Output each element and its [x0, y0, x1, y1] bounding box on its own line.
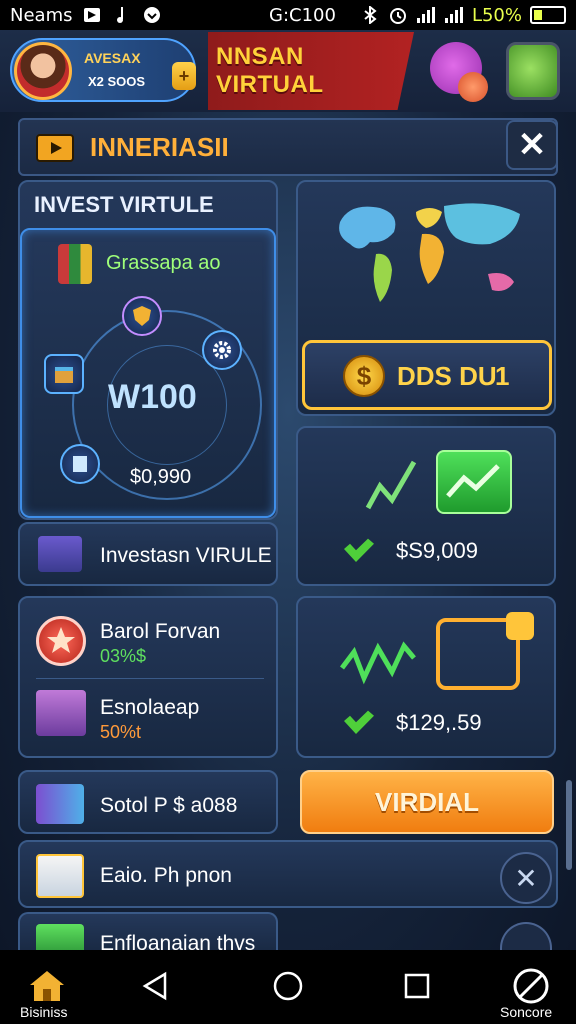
home-circle-icon[interactable] [263, 966, 313, 1006]
star-badge-icon [36, 616, 86, 666]
document-icon[interactable] [60, 444, 100, 484]
invest-network[interactable]: Grassapa ao W100 $0,990 [20, 228, 276, 518]
center-value: W100 [108, 378, 197, 416]
panel-title: INNERIASII [90, 132, 229, 162]
recents-icon[interactable] [392, 966, 442, 1006]
profile-name: AVESAX [84, 50, 141, 66]
box-icon[interactable] [44, 354, 84, 394]
signal-icon [416, 6, 436, 24]
chart-screen-icon [436, 450, 512, 514]
battery-icon [530, 6, 566, 24]
coin-count: 1 [495, 361, 510, 391]
home-icon[interactable] [22, 966, 72, 1006]
bluetooth-icon [360, 6, 380, 24]
clock-label: G:C100 [269, 4, 336, 26]
banner-title: NNSAN VIRTUAL [216, 43, 324, 98]
image-icon [82, 6, 102, 24]
coin-balance-bar[interactable]: $ DDS DU 1 [302, 340, 552, 410]
trend-up-icon [365, 460, 417, 510]
stock-card-2[interactable]: $129,.59 [296, 596, 556, 758]
invest-row-label: Investasn VIRULE [100, 544, 272, 567]
close-button[interactable]: ✕ [506, 120, 558, 170]
avatar[interactable] [14, 42, 72, 100]
asset-title-2[interactable]: Esnolaeap [100, 696, 199, 720]
star-tag-icon [506, 612, 534, 640]
check-icon [344, 710, 374, 734]
music-icon [112, 6, 132, 24]
status-bar: Neams G:C100 L50% [0, 0, 576, 30]
home-label[interactable]: Bisiniss [20, 1004, 67, 1020]
battery-pct: L50% [471, 4, 522, 26]
world-map [339, 203, 520, 302]
asset-list: Barol Forvan 03%$ Esnolaeap 50%t [18, 596, 278, 758]
stock-card-1[interactable]: $S9,009 [296, 426, 556, 586]
top-bar: AVESAX X2 SOOS + NNSAN VIRTUAL [0, 30, 576, 112]
gear-icon[interactable] [202, 330, 242, 370]
score-label[interactable]: Soncore [500, 1004, 552, 1020]
title-banner: NNSAN VIRTUAL [208, 32, 414, 110]
zigzag-chart-icon [340, 641, 416, 685]
list-item[interactable]: Sotol P $ a088 [18, 770, 278, 834]
shield-icon[interactable] [122, 296, 162, 336]
sub-value: $0,990 [130, 466, 192, 488]
invest-row[interactable]: Investasn VIRULE [18, 522, 278, 586]
invest-label: INVEST VIRTULE [34, 192, 214, 217]
play-folder-icon [36, 134, 74, 162]
growth-building-icon [58, 244, 92, 284]
list-item-label-2: Eaio. Ph pnon [100, 864, 232, 887]
profile-pill[interactable]: AVESAX X2 SOOS + [10, 38, 196, 102]
virtual-action-button[interactable]: VIRDIAL [300, 770, 554, 834]
books-icon [38, 536, 82, 572]
stock-price-1: $S9,009 [396, 538, 478, 563]
scrollbar[interactable] [566, 780, 572, 870]
check-icon [344, 538, 374, 562]
nav-bar: Bisiniss Soncore [0, 950, 576, 1024]
pet-icon[interactable] [458, 72, 488, 102]
profile-currency: X2 SOOS [88, 74, 146, 89]
dismiss-button[interactable]: ✕ [500, 852, 552, 904]
coin-text: DDS DU [397, 361, 497, 391]
coin-icon: $ [343, 355, 385, 397]
signal-icon-2 [444, 6, 464, 24]
block-icon[interactable] [506, 966, 556, 1006]
add-currency-button[interactable]: + [172, 62, 196, 90]
panel-header: INNERIASII [18, 118, 558, 176]
heart-icon [142, 6, 162, 24]
alarm-icon [388, 6, 408, 24]
list-item[interactable]: Eaio. Ph pnon [18, 840, 558, 908]
list-item-label-1: Sotol P $ a088 [100, 794, 238, 817]
back-icon[interactable] [130, 966, 180, 1006]
carrier-label: Neams [10, 4, 73, 26]
divider [36, 678, 264, 679]
document-icon [36, 854, 84, 898]
shop-chest-icon[interactable] [506, 42, 560, 100]
dismiss-button[interactable] [500, 922, 552, 952]
book-stack-icon [36, 784, 84, 824]
growth-label: Grassapa ao [106, 252, 221, 274]
books-icon [36, 690, 86, 736]
stock-price-2: $129,.59 [396, 710, 482, 735]
asset-sub-1: 03%$ [100, 646, 147, 666]
asset-sub-2: 50%t [100, 722, 142, 742]
asset-title-1[interactable]: Barol Forvan [100, 620, 220, 644]
